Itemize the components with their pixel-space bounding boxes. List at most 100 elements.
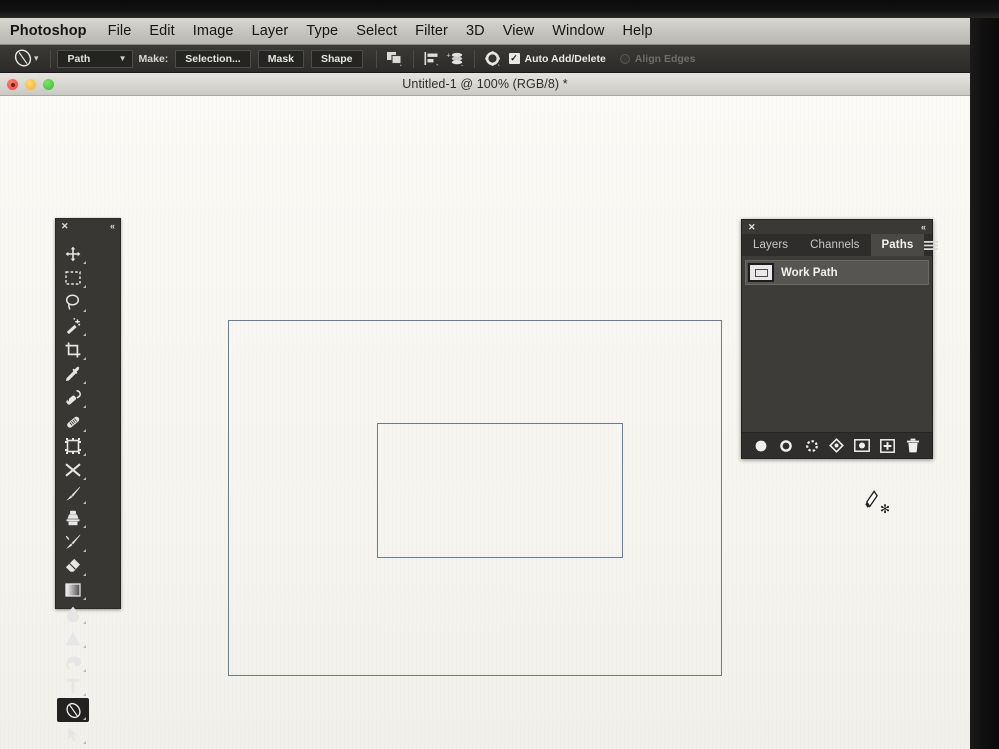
dodge-tool[interactable] — [57, 626, 89, 650]
tool-group-corner — [83, 405, 86, 408]
rectangular-marquee-tool[interactable] — [57, 266, 89, 290]
tool-group-corner — [83, 285, 86, 288]
options-separator-3 — [413, 50, 414, 68]
create-new-path-button[interactable] — [879, 437, 896, 454]
tab-paths[interactable]: Paths — [871, 234, 925, 256]
stroke-path-button[interactable] — [778, 437, 795, 454]
desktop-background-right — [970, 18, 999, 749]
minimize-window-button[interactable] — [25, 79, 36, 90]
fill-path-button[interactable] — [752, 437, 769, 454]
tool-mode-select[interactable]: Path ▼ — [57, 50, 133, 68]
align-edges-checkbox — [620, 54, 630, 64]
tool-group-corner — [83, 381, 86, 384]
panel-menu-icon[interactable] — [924, 234, 946, 256]
align-edges-label: Align Edges — [635, 53, 696, 65]
patch-tool[interactable] — [57, 410, 89, 434]
lasso-icon — [65, 294, 81, 311]
tool-group-corner — [83, 741, 86, 744]
collapse-double-chevron-icon[interactable]: « — [110, 222, 115, 231]
tools-panel: ✕ « — [55, 218, 121, 609]
menu-select[interactable]: Select — [347, 18, 406, 45]
delete-path-button[interactable] — [905, 437, 922, 454]
filled-circle-icon — [754, 439, 768, 453]
path-arrangement-icon[interactable]: + — [444, 48, 468, 70]
eraser-tool[interactable] — [57, 554, 89, 578]
burn-tool[interactable] — [57, 650, 89, 674]
menu-3d[interactable]: 3D — [457, 18, 494, 45]
path-selection-tool[interactable] — [57, 722, 89, 746]
close-icon[interactable]: ✕ — [61, 222, 69, 231]
auto-add-delete-label: Auto Add/Delete — [525, 53, 606, 65]
menu-type[interactable]: Type — [297, 18, 347, 45]
lasso-tool[interactable] — [57, 290, 89, 314]
bandage-icon — [65, 414, 81, 430]
menu-file[interactable]: File — [99, 18, 141, 45]
clone-stamp-tool[interactable] — [57, 506, 89, 530]
svg-text:✻: ✻ — [880, 502, 890, 516]
make-shape-button[interactable]: Shape — [311, 50, 363, 68]
diamond-anchor-icon — [829, 438, 844, 453]
blur-tool[interactable] — [57, 602, 89, 626]
tool-group-corner — [83, 549, 86, 552]
brush-tool[interactable] — [57, 482, 89, 506]
tool-group-corner — [83, 717, 86, 720]
tool-group-corner — [83, 525, 86, 528]
path-operations-icon[interactable] — [383, 48, 407, 70]
close-window-button[interactable] — [7, 79, 18, 90]
tab-channels[interactable]: Channels — [799, 234, 870, 256]
menu-window[interactable]: Window — [543, 18, 613, 45]
paths-panel-header: ✕ « — [742, 220, 932, 234]
paths-list: Work Path — [742, 256, 932, 432]
paths-panel-footer — [742, 432, 932, 458]
menu-edit[interactable]: Edit — [140, 18, 183, 45]
tool-group-corner — [83, 429, 86, 432]
make-label: Make: — [139, 53, 169, 65]
type-tool[interactable] — [57, 674, 89, 698]
load-path-as-selection-button[interactable] — [803, 437, 820, 454]
tool-preset-chevron-icon[interactable]: ▾ — [34, 53, 39, 64]
make-work-path-button[interactable] — [828, 437, 845, 454]
make-mask-button[interactable]: Mask — [258, 50, 304, 68]
path-name-label: Work Path — [781, 267, 838, 279]
inner-path-rectangle[interactable] — [377, 423, 623, 558]
menu-help[interactable]: Help — [613, 18, 661, 45]
zoom-window-button[interactable] — [43, 79, 54, 90]
window-controls — [7, 79, 54, 90]
menu-filter[interactable]: Filter — [406, 18, 457, 45]
menu-image[interactable]: Image — [184, 18, 243, 45]
document-window: Untitled-1 @ 100% (RGB/8) * ✕ « — [0, 73, 970, 749]
make-selection-button[interactable]: Selection... — [175, 50, 250, 68]
collapse-double-chevron-icon[interactable]: « — [921, 223, 926, 232]
tab-layers[interactable]: Layers — [742, 234, 799, 256]
menu-photoshop[interactable]: Photoshop — [7, 18, 99, 45]
eraser-icon — [65, 558, 81, 574]
frame-tool[interactable] — [57, 434, 89, 458]
content-aware-move-tool[interactable] — [57, 458, 89, 482]
brush-icon — [65, 486, 81, 502]
path-list-item-work-path[interactable]: Work Path — [745, 260, 929, 285]
history-brush-tool[interactable] — [57, 530, 89, 554]
panel-tab-strip: Layers Channels Paths — [742, 234, 932, 256]
gear-icon[interactable] — [481, 48, 505, 70]
frame-icon — [65, 438, 81, 454]
tool-group-corner — [83, 645, 86, 648]
spot-healing-brush-tool[interactable] — [57, 386, 89, 410]
path-alignment-icon[interactable] — [420, 48, 444, 70]
pen-tool[interactable] — [57, 698, 89, 722]
circle-outline-icon — [779, 439, 793, 453]
menu-layer[interactable]: Layer — [243, 18, 298, 45]
tool-group-corner — [83, 453, 86, 456]
tool-group-corner — [83, 621, 86, 624]
magic-wand-tool[interactable] — [57, 314, 89, 338]
move-icon — [65, 246, 81, 262]
stamp-icon — [65, 510, 81, 526]
eyedropper-tool[interactable] — [57, 362, 89, 386]
add-layer-mask-button[interactable] — [854, 437, 871, 454]
gradient-tool[interactable] — [57, 578, 89, 602]
close-icon[interactable]: ✕ — [748, 223, 756, 232]
crop-tool[interactable] — [57, 338, 89, 362]
move-tool[interactable] — [57, 242, 89, 266]
svg-text:+: + — [447, 52, 451, 59]
auto-add-delete-checkbox[interactable]: ✓ — [509, 53, 520, 64]
menu-view[interactable]: View — [494, 18, 544, 45]
